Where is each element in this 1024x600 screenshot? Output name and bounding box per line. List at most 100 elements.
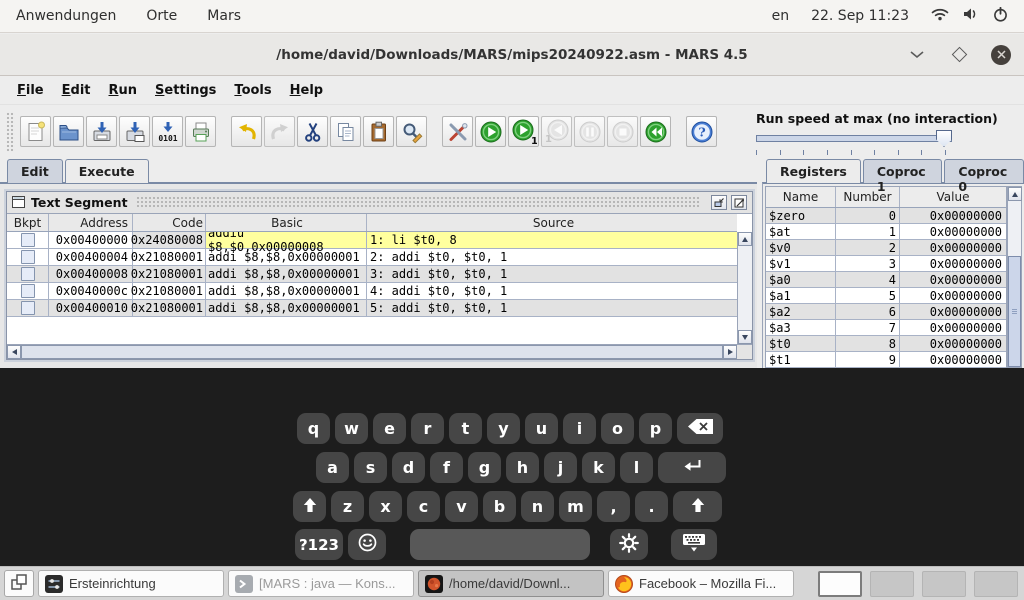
key-symbols[interactable]: ?123 [295, 529, 343, 560]
run-speed-slider[interactable] [756, 130, 952, 147]
breakpoint-checkbox[interactable] [21, 250, 35, 264]
key-enter[interactable] [658, 452, 726, 483]
toolbar-pause-button[interactable] [574, 116, 605, 147]
scroll-up-button[interactable] [1008, 187, 1022, 201]
key-v[interactable]: v [445, 491, 478, 522]
tab-execute[interactable]: Execute [65, 159, 149, 183]
key-h[interactable]: h [506, 452, 539, 483]
key-i[interactable]: i [563, 413, 596, 444]
toolbar-undo-button[interactable] [231, 116, 262, 147]
key-z[interactable]: z [331, 491, 364, 522]
scroll-up-button[interactable] [738, 232, 752, 246]
key-b[interactable]: b [483, 491, 516, 522]
key-emoji[interactable] [348, 529, 386, 560]
toolbar-help-button[interactable]: ? [686, 116, 717, 147]
tab-registers[interactable]: Registers [766, 159, 861, 183]
breakpoint-checkbox[interactable] [21, 267, 35, 281]
key-p[interactable]: p [639, 413, 672, 444]
breakpoint-checkbox[interactable] [21, 233, 35, 247]
clock[interactable]: 22. Sep 11:23 [811, 8, 909, 24]
keyboard-layout-indicator[interactable]: en [772, 8, 790, 24]
register-value[interactable]: 0x00000000 [900, 240, 1006, 255]
menu-help[interactable]: Help [281, 79, 332, 102]
key-c[interactable]: c [407, 491, 440, 522]
show-desktop-button[interactable] [4, 570, 34, 597]
menu-settings[interactable]: Settings [146, 79, 225, 102]
key-k[interactable]: k [582, 452, 615, 483]
register-value[interactable]: 0x00000000 [900, 352, 1006, 367]
tab-coproc-1[interactable]: Coproc 1 [863, 159, 943, 183]
breakpoint-checkbox[interactable] [21, 301, 35, 315]
register-value[interactable]: 0x00000000 [900, 272, 1006, 287]
key-g[interactable]: g [468, 452, 501, 483]
toolbar-step-button[interactable]: 1 [508, 116, 539, 147]
toolbar-go-button[interactable] [475, 116, 506, 147]
register-value[interactable]: 0x00000000 [900, 336, 1006, 351]
key-s[interactable]: s [354, 452, 387, 483]
workspace-3[interactable] [922, 571, 966, 597]
key-q[interactable]: q [297, 413, 330, 444]
key-space[interactable] [410, 529, 590, 560]
key-comma[interactable]: , [597, 491, 630, 522]
topbar-menu-mars[interactable]: Mars [207, 8, 241, 24]
key-settings[interactable] [610, 529, 648, 560]
key-y[interactable]: y [487, 413, 520, 444]
slider-handle[interactable] [936, 130, 952, 147]
taskbar-window-firefox[interactable]: Facebook – Mozilla Fi... [608, 570, 794, 597]
menu-edit[interactable]: Edit [53, 79, 100, 102]
slider-track[interactable] [756, 135, 952, 142]
key-period[interactable]: . [635, 491, 668, 522]
tab-coproc-0[interactable]: Coproc 0 [944, 159, 1024, 183]
toolbar-redo-button[interactable] [264, 116, 295, 147]
key-m[interactable]: m [559, 491, 592, 522]
scroll-right-button[interactable] [723, 345, 737, 359]
taskbar-window-terminal[interactable]: [MARS : java — Kons... [228, 570, 414, 597]
system-status-area[interactable] [931, 7, 1008, 26]
toolbar-backstep-button[interactable]: 1 [541, 116, 572, 147]
scroll-thumb[interactable] [21, 345, 723, 359]
toolbar-new-button[interactable] [20, 116, 51, 147]
tab-edit[interactable]: Edit [7, 159, 63, 183]
key-n[interactable]: n [521, 491, 554, 522]
menu-run[interactable]: Run [100, 79, 147, 102]
key-shift-left[interactable] [293, 491, 326, 522]
toolbar-drag-handle[interactable] [6, 112, 15, 152]
scroll-thumb[interactable] [1008, 256, 1021, 367]
scroll-down-button[interactable] [738, 330, 752, 344]
text-segment-horizontal-scrollbar[interactable] [7, 344, 752, 359]
taskbar-window-mars[interactable]: /home/david/Downl... [418, 570, 604, 597]
register-value[interactable]: 0x00000000 [900, 224, 1006, 239]
maximize-button[interactable] [948, 44, 970, 66]
close-button[interactable] [990, 44, 1012, 66]
workspace-2[interactable] [870, 571, 914, 597]
toolbar-save-button[interactable] [86, 116, 117, 147]
menu-file[interactable]: File [8, 79, 53, 102]
key-t[interactable]: t [449, 413, 482, 444]
register-value[interactable]: 0x00000000 [900, 288, 1006, 303]
key-w[interactable]: w [335, 413, 368, 444]
register-value[interactable]: 0x00000000 [900, 320, 1006, 335]
topbar-menu-orte[interactable]: Orte [146, 8, 177, 24]
key-a[interactable]: a [316, 452, 349, 483]
registers-scrollbar[interactable] [1007, 186, 1022, 368]
breakpoint-checkbox[interactable] [21, 284, 35, 298]
scroll-left-button[interactable] [7, 345, 21, 359]
toolbar-save-as-button[interactable] [119, 116, 150, 147]
minimize-button[interactable] [906, 44, 928, 66]
toolbar-copy-button[interactable] [330, 116, 361, 147]
text-segment-titlebar[interactable]: Text Segment [7, 192, 752, 214]
key-l[interactable]: l [620, 452, 653, 483]
workspace-1[interactable] [818, 571, 862, 597]
key-u[interactable]: u [525, 413, 558, 444]
key-j[interactable]: j [544, 452, 577, 483]
register-value[interactable]: 0x00000000 [900, 256, 1006, 271]
text-segment-vertical-scrollbar[interactable] [737, 232, 752, 344]
key-d[interactable]: d [392, 452, 425, 483]
internal-maximize-button[interactable] [731, 195, 747, 210]
toolbar-cut-button[interactable] [297, 116, 328, 147]
toolbar-stop-button[interactable] [607, 116, 638, 147]
internal-minimize-button[interactable] [711, 195, 727, 210]
toolbar-reset-button[interactable] [640, 116, 671, 147]
scroll-track[interactable] [738, 246, 752, 330]
register-value[interactable]: 0x00000000 [900, 208, 1006, 223]
